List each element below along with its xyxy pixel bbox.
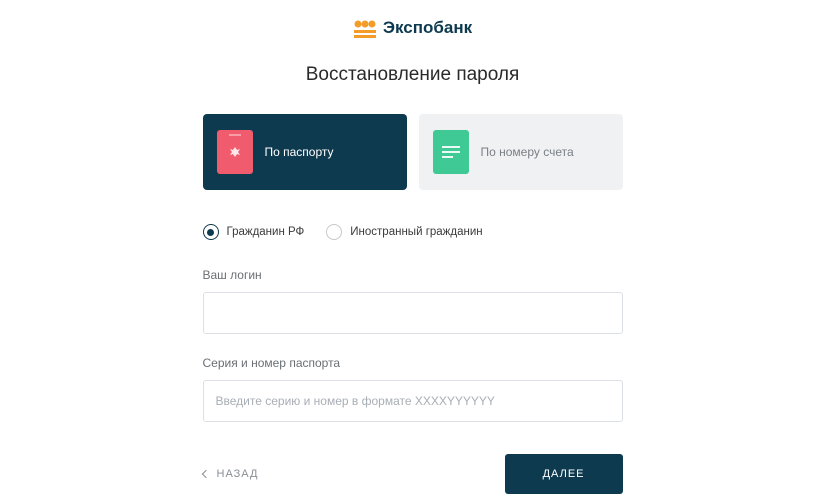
radio-citizen-foreign[interactable]: Иностранный гражданин [326,224,482,240]
radio-icon [326,224,342,240]
page-title: Восстановление пароля [203,64,623,86]
radio-label-rf: Гражданин РФ [227,226,305,238]
radio-icon [203,224,219,240]
method-passport-label: По паспорту [265,145,334,159]
method-selector: По паспорту По номеру счета [203,114,623,190]
citizenship-radios: Гражданин РФ Иностранный гражданин [203,224,623,240]
account-icon [433,130,469,174]
radio-label-foreign: Иностранный гражданин [350,226,482,238]
back-button-label: НАЗАД [217,468,259,480]
back-button[interactable]: НАЗАД [203,460,259,488]
login-field-group: Ваш логин [203,268,623,334]
logo: Экспобанк [203,18,623,38]
chevron-left-icon [201,470,209,478]
passport-input[interactable] [203,380,623,422]
login-label: Ваш логин [203,268,623,282]
actions: НАЗАД ДАЛЕЕ [203,454,623,494]
logo-text: Экспобанк [383,18,472,38]
method-account-label: По номеру счета [481,145,574,159]
login-input[interactable] [203,292,623,334]
radio-citizen-rf[interactable]: Гражданин РФ [203,224,305,240]
passport-field-group: Серия и номер паспорта [203,356,623,422]
passport-label: Серия и номер паспорта [203,356,623,370]
logo-icon [353,18,377,38]
method-account[interactable]: По номеру счета [419,114,623,190]
passport-icon [217,130,253,174]
method-passport[interactable]: По паспорту [203,114,407,190]
next-button[interactable]: ДАЛЕЕ [505,454,623,494]
